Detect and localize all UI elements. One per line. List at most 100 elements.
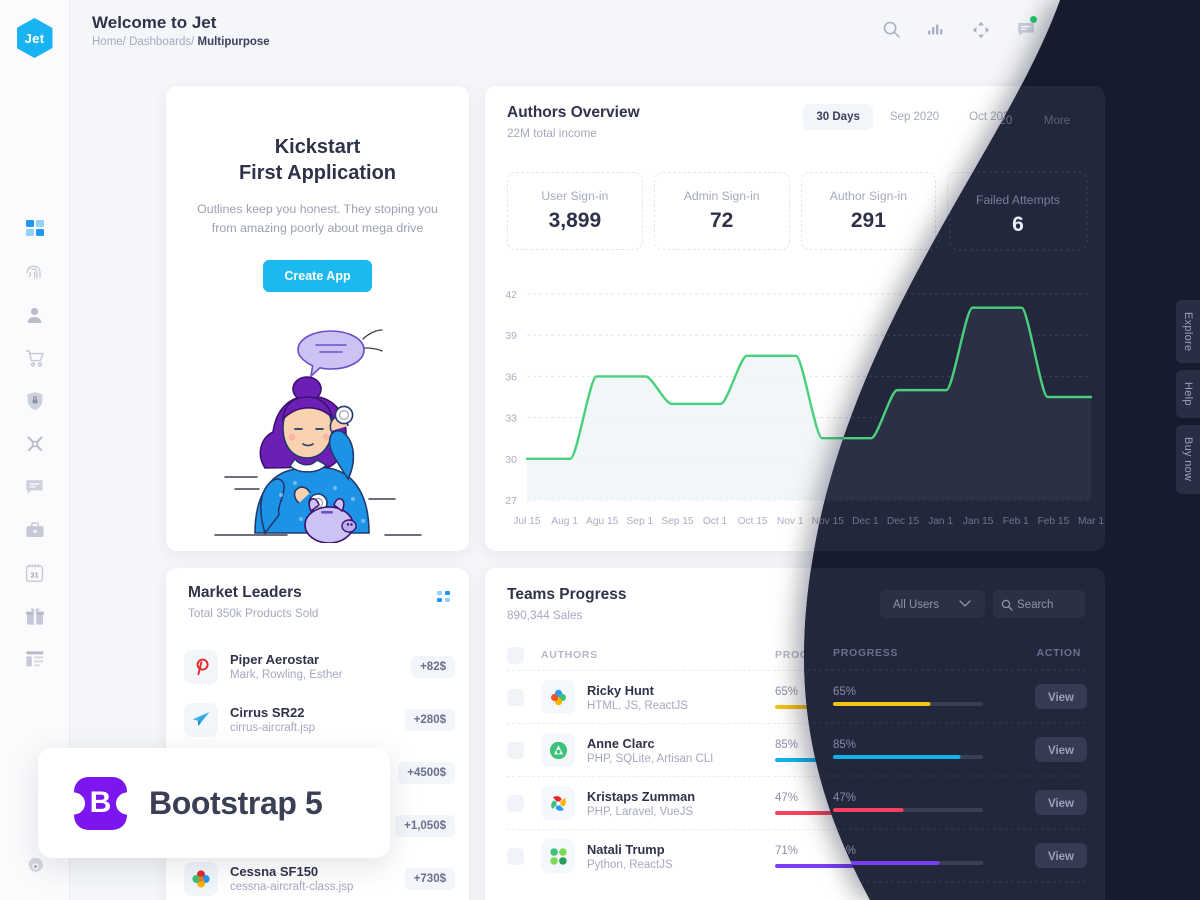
- list-item-title: Piper Aerostar: [230, 652, 320, 667]
- svg-text:Nov 15: Nov 15: [812, 516, 845, 527]
- tab-sep-2020[interactable]: Sep 2020: [877, 104, 952, 130]
- grid-apps-icon: [1062, 20, 1080, 44]
- search-input[interactable]: Search: [993, 588, 1085, 616]
- grid-icon: [25, 219, 45, 239]
- authors-stats: User Sign-in 3,899 Admin Sign-in 72 Auth…: [507, 172, 1083, 250]
- author-cell: Anne Clarc PHP, SQLite, Artisan CLI: [541, 733, 775, 767]
- list-item-text: Cirrus SR22 cirrus-aircraft.jsp: [230, 705, 405, 734]
- sidebar-item-chat[interactable]: [18, 476, 52, 498]
- side-tab-buy-now[interactable]: Buy now: [1176, 425, 1200, 494]
- table-row[interactable]: Kristaps Zumman PHP, Laravel, VueJS 47% …: [507, 776, 1087, 829]
- svg-text:42: 42: [505, 289, 517, 301]
- svg-text:31: 31: [30, 571, 39, 580]
- breadcrumb-home[interactable]: Home/: [92, 36, 126, 48]
- action-cell: View: [1001, 685, 1087, 709]
- side-tab-help[interactable]: Help: [1176, 370, 1200, 419]
- messages-button[interactable]: [1013, 16, 1039, 45]
- list-item[interactable]: Piper Aerostar Mark, Rowling, Esther +82…: [184, 640, 455, 693]
- stat-admin-signin: Admin Sign-in 72: [653, 172, 790, 250]
- svg-text:Nov 1: Nov 1: [777, 516, 804, 527]
- row-checkbox[interactable]: [507, 794, 524, 812]
- row-checkbox[interactable]: [507, 688, 524, 706]
- table-row[interactable]: Natali Trump Python, ReactJS 71% View: [507, 829, 1087, 882]
- progress-fill: [775, 863, 882, 868]
- table-row[interactable]: Ricky Hunt HTML, JS, ReactJS 65% View: [507, 670, 1087, 723]
- chevron-down-icon: [964, 596, 974, 608]
- tab-more[interactable]: More: [1033, 104, 1085, 130]
- analytics-button[interactable]: [923, 19, 949, 45]
- sidebar-item-security[interactable]: [18, 390, 52, 412]
- svg-text:Jan 1: Jan 1: [928, 516, 953, 527]
- right-side-tabs: Explore Help Buy now: [1176, 300, 1200, 494]
- author-text: Natali Trump Python, ReactJS: [587, 842, 673, 871]
- authors-area-chart: 27 30 33 36 39 42 Jul 15 Aug 1 Agu 15 Sep 1 Sep 15…: [485, 276, 1105, 536]
- kickstart-illustration: [166, 323, 469, 543]
- author-name: Natali Trump: [587, 841, 665, 857]
- scissors-icon: [25, 434, 45, 454]
- list-item-badge: +730$: [404, 867, 455, 890]
- search-placeholder: Search: [1019, 596, 1056, 608]
- sidebar-item-calendar[interactable]: 31: [18, 562, 52, 584]
- view-button[interactable]: View: [1031, 844, 1087, 868]
- sidebar-item-fingerprint[interactable]: [18, 261, 52, 283]
- app-logo[interactable]: Jet: [16, 18, 53, 58]
- search-icon: [1002, 595, 1013, 609]
- market-leaders-menu-button[interactable]: [437, 590, 451, 608]
- apps-button[interactable]: [1058, 19, 1084, 45]
- view-button[interactable]: View: [1031, 685, 1087, 709]
- svg-text:Dec 1: Dec 1: [852, 516, 879, 527]
- side-tab-explore[interactable]: Explore: [1176, 300, 1200, 364]
- bootstrap-logo-icon: B: [74, 776, 127, 830]
- sidebar-settings[interactable]: [0, 856, 70, 882]
- moon-icon: [1107, 21, 1125, 44]
- stat-value: 291: [850, 209, 886, 232]
- progress-percent: 65%: [775, 685, 799, 698]
- progress-cell: 85%: [775, 739, 1001, 762]
- list-item-badge: +82$: [411, 655, 455, 678]
- column-authors: AUTHORS: [541, 649, 598, 661]
- list-item-text: Piper Aerostar Mark, Rowling, Esther: [230, 652, 411, 681]
- progress-percent: 47%: [775, 791, 799, 804]
- view-button[interactable]: View: [1031, 791, 1087, 815]
- breadcrumb-dashboards[interactable]: Dashboards/: [129, 36, 194, 48]
- authors-overview-header: Authors Overview 22M total income: [507, 104, 640, 140]
- progress-fill: [775, 810, 846, 815]
- move-button[interactable]: [968, 19, 994, 45]
- view-button[interactable]: View: [1031, 738, 1087, 762]
- sidebar-item-users[interactable]: [18, 304, 52, 326]
- sidebar-nav: 31: [18, 218, 52, 670]
- create-app-button[interactable]: Create App: [263, 260, 372, 293]
- list-item[interactable]: Cessna SF150 cessna-aircraft-class.jsp +…: [184, 852, 455, 900]
- stat-value: 72: [709, 209, 734, 232]
- teams-progress-title: Teams Progress: [507, 586, 627, 603]
- avatar[interactable]: [1148, 16, 1180, 48]
- telegram-icon: [184, 702, 218, 737]
- table-row[interactable]: Anne Clarc PHP, SQLite, Artisan CLI 85% …: [507, 723, 1087, 776]
- list-item[interactable]: Cirrus SR22 cirrus-aircraft.jsp +280$: [184, 693, 455, 746]
- svg-text:Mar 1: Mar 1: [1078, 516, 1104, 527]
- sidebar-item-dashboard[interactable]: [18, 218, 52, 240]
- tab-oct-2020[interactable]: Oct 2020: [956, 104, 1029, 130]
- pinwheel-red-icon: [541, 786, 575, 820]
- sidebar-item-tools[interactable]: [18, 433, 52, 455]
- svg-text:Oct 15: Oct 15: [738, 516, 768, 527]
- row-checkbox[interactable]: [507, 741, 524, 759]
- list-item-subtitle: cirrus-aircraft.jsp: [230, 722, 315, 734]
- sidebar-item-jobs[interactable]: [18, 519, 52, 541]
- chat-icon: [25, 478, 44, 496]
- row-checkbox[interactable]: [507, 847, 524, 865]
- sidebar-item-gifts[interactable]: [18, 605, 52, 627]
- briefcase-icon: [25, 521, 45, 539]
- search-button[interactable]: [878, 19, 904, 45]
- author-name: Anne Clarc: [587, 735, 655, 751]
- svg-text:Dec 15: Dec 15: [887, 516, 920, 527]
- user-filter-select[interactable]: All Users: [878, 588, 983, 616]
- author-name: Ricky Hunt: [587, 682, 654, 698]
- tab-30-days[interactable]: 30 Days: [803, 104, 873, 130]
- theme-toggle-button[interactable]: [1103, 19, 1129, 45]
- sidebar-item-layouts[interactable]: [18, 648, 52, 670]
- sidebar-item-ecommerce[interactable]: [18, 347, 52, 369]
- breadcrumb: Home/ Dashboards/ Multipurpose: [92, 36, 270, 48]
- select-all-checkbox[interactable]: [507, 646, 524, 664]
- teams-progress-table: AUTHORS PROGRESS ACTION Ricky Hunt HTML,…: [507, 640, 1087, 882]
